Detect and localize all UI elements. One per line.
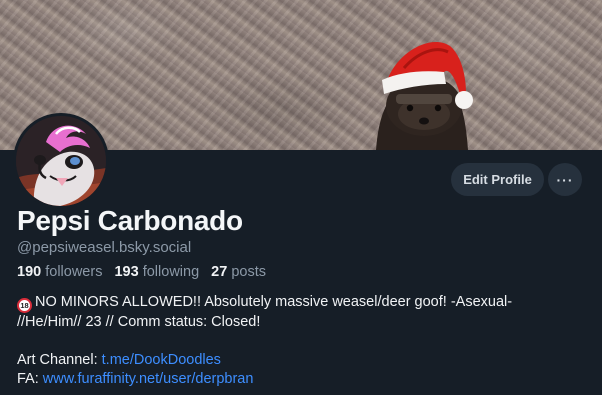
profile-avatar[interactable] bbox=[13, 113, 109, 209]
more-options-icon: ··· bbox=[556, 171, 574, 188]
more-options-button[interactable]: ··· bbox=[548, 163, 582, 196]
display-name: Pepsi Carbonado bbox=[17, 205, 243, 236]
posts-label: posts bbox=[231, 264, 267, 280]
followers-link[interactable]: 190 followers bbox=[17, 264, 102, 280]
banner-weasel-image bbox=[376, 41, 473, 150]
art-channel-label: Art Channel: bbox=[17, 352, 102, 368]
bio-art-channel: Art Channel: t.me/DookDoodles bbox=[17, 351, 587, 370]
posts-count: 27 bbox=[211, 264, 228, 280]
edit-profile-button[interactable]: Edit Profile bbox=[451, 163, 544, 196]
following-count: 193 bbox=[114, 264, 139, 280]
following-link[interactable]: 193 following bbox=[114, 264, 199, 280]
following-label: following bbox=[142, 264, 200, 280]
bio-fa: FA: www.furaffinity.net/user/derpbran bbox=[17, 370, 587, 389]
fa-label: FA: bbox=[17, 371, 43, 387]
bio-line-1: 18 NO MINORS ALLOWED!! Absolutely massive… bbox=[17, 293, 587, 313]
avatar-image bbox=[16, 116, 106, 206]
posts-stat: 27 posts bbox=[211, 264, 266, 280]
profile-stats: 190 followers 193 following 27 posts bbox=[17, 264, 266, 280]
art-channel-link[interactable]: t.me/DookDoodles bbox=[102, 352, 221, 368]
followers-count: 190 bbox=[17, 264, 42, 280]
fa-link[interactable]: www.furaffinity.net/user/derpbran bbox=[43, 371, 254, 387]
profile-handle: @pepsiweasel.bsky.social bbox=[17, 239, 192, 256]
no-under-18-icon: 18 bbox=[17, 298, 32, 313]
profile-bio: 18 NO MINORS ALLOWED!! Absolutely massive… bbox=[17, 293, 587, 389]
bio-text-1: NO MINORS ALLOWED!! Absolutely massive w… bbox=[35, 294, 513, 310]
followers-label: followers bbox=[45, 264, 103, 280]
bio-line-2: //He/Him// 23 // Comm status: Closed! bbox=[17, 314, 261, 330]
